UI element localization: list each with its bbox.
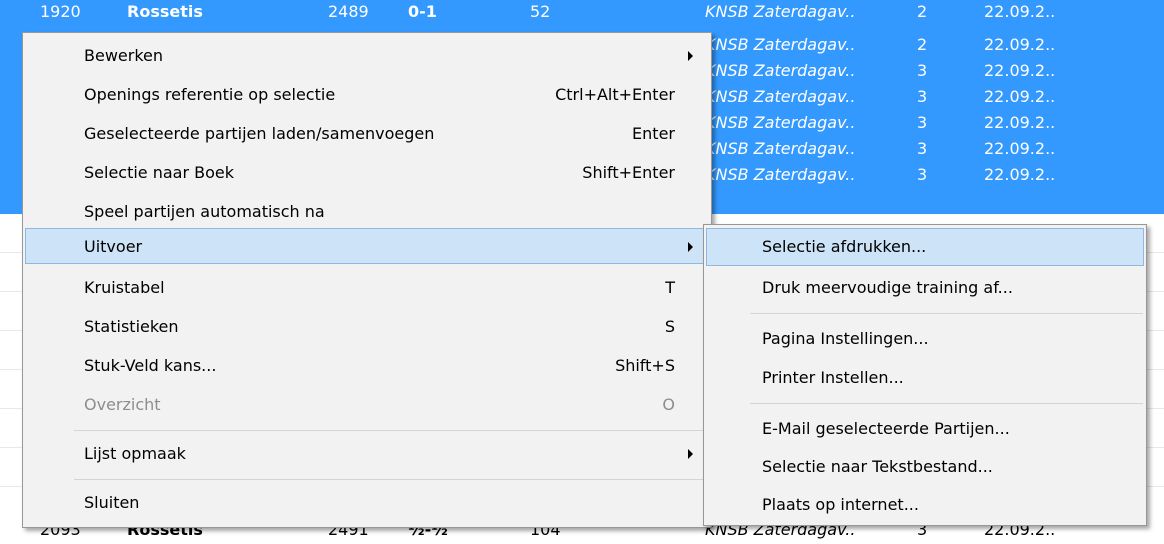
menu-item-label: Openings referentie op selectie [84,85,336,104]
game-date: 22.09.2.. [984,35,1056,54]
menu-item-uitvoer[interactable]: Uitvoer [25,228,709,264]
menu-item-label: Pagina Instellingen... [762,329,929,348]
game-date: 22.09.2.. [984,61,1056,80]
event-name: KNSB Zaterdagav.. [705,139,856,158]
menu-item-speel-automatisch[interactable]: Speel partijen automatisch na [25,194,709,230]
menu-item-stuk-veld-kans[interactable]: Stuk-Veld kans... Shift+S [25,348,709,384]
round-number: 3 [917,87,928,106]
event-name: KNSB Zaterdagav.. [705,113,856,132]
round-number: 3 [917,61,928,80]
game-number: 1920 [40,2,81,21]
game-date: 22.09.2.. [984,113,1056,132]
submenu-uitvoer: Selectie afdrukken... Druk meervoudige t… [703,224,1147,526]
game-result: 0-1 [408,2,437,21]
move-count: 52 [530,2,551,21]
menu-item-label: Selectie naar Boek [84,163,235,182]
menu-item-label: Selectie naar Tekstbestand... [762,457,993,476]
menu-separator [74,479,708,480]
menu-item-label: Selectie afdrukken... [762,237,927,256]
menu-item-shortcut: T [665,278,675,297]
player-elo: 2489 [328,2,369,21]
menu-item-label: Stuk-Veld kans... [84,356,217,375]
menu-item-label: Sluiten [84,493,140,512]
submenu-item-druk-meervoudige-training[interactable]: Druk meervoudige training af... [706,270,1144,306]
menu-item-label: Speel partijen automatisch na [84,202,325,221]
menu-item-selectie-naar-boek[interactable]: Selectie naar Boek Shift+Enter [25,155,709,191]
submenu-item-pagina-instellingen[interactable]: Pagina Instellingen... [706,321,1144,357]
menu-item-bewerken[interactable]: Bewerken [25,38,709,74]
player-name: Rossetis [127,2,203,21]
menu-item-label: Statistieken [84,317,179,336]
menu-item-statistieken[interactable]: Statistieken S [25,309,709,345]
submenu-item-selectie-afdrukken[interactable]: Selectie afdrukken... [706,228,1144,266]
table-row[interactable]: 1920 Rossetis 2489 0-1 52 KNSB Zaterdaga… [0,0,1164,26]
submenu-item-naar-tekstbestand[interactable]: Selectie naar Tekstbestand... [706,449,1144,485]
menu-item-shortcut: Enter [632,124,675,143]
menu-item-label: Geselecteerde partijen laden/samenvoegen [84,124,435,143]
menu-separator [750,403,1143,404]
menu-item-lijst-opmaak[interactable]: Lijst opmaak [25,436,709,472]
event-name: KNSB Zaterdagav.. [705,35,856,54]
menu-item-label: Druk meervoudige training af... [762,278,1013,297]
menu-item-label: Printer Instellen... [762,368,904,387]
round-number: 3 [917,165,928,184]
menu-separator [74,430,708,431]
submenu-arrow-icon [688,449,693,459]
round-number: 3 [917,113,928,132]
event-name: KNSB Zaterdagav.. [705,61,856,80]
game-date: 22.09.2.. [984,2,1056,21]
submenu-item-printer-instellen[interactable]: Printer Instellen... [706,360,1144,396]
round-number: 2 [917,2,928,21]
menu-item-label: Lijst opmaak [84,444,186,463]
menu-item-label: E-Mail geselecteerde Partijen... [762,419,1010,438]
menu-item-overzicht: Overzicht O [25,387,709,423]
submenu-item-email-partijen[interactable]: E-Mail geselecteerde Partijen... [706,411,1144,447]
menu-item-sluiten[interactable]: Sluiten [25,485,709,521]
menu-item-shortcut: Ctrl+Alt+Enter [555,85,675,104]
menu-item-shortcut: Shift+S [615,356,675,375]
menu-item-shortcut: O [662,395,675,414]
menu-item-label: Uitvoer [84,237,143,256]
menu-item-label: Bewerken [84,46,164,65]
menu-item-label: Overzicht [84,395,161,414]
menu-item-openings-referentie[interactable]: Openings referentie op selectie Ctrl+Alt… [25,77,709,113]
menu-item-kruistabel[interactable]: Kruistabel T [25,270,709,306]
menu-item-label: Plaats op internet... [762,495,919,514]
event-name: KNSB Zaterdagav.. [705,165,856,184]
menu-item-partijen-laden[interactable]: Geselecteerde partijen laden/samenvoegen… [25,116,709,152]
submenu-arrow-icon [688,242,693,252]
submenu-item-plaats-op-internet[interactable]: Plaats op internet... [706,487,1144,523]
round-number: 3 [917,139,928,158]
event-name: KNSB Zaterdagav.. [705,87,856,106]
menu-item-shortcut: Shift+Enter [582,163,675,182]
event-name: KNSB Zaterdagav.. [705,2,856,21]
menu-item-shortcut: S [664,317,675,336]
game-date: 22.09.2.. [984,139,1056,158]
game-date: 22.09.2.. [984,165,1056,184]
submenu-arrow-icon [688,51,693,61]
menu-item-label: Kruistabel [84,278,165,297]
game-date: 22.09.2.. [984,87,1056,106]
context-menu: Bewerken Openings referentie op selectie… [22,32,712,528]
round-number: 2 [917,35,928,54]
menu-separator [750,313,1143,314]
